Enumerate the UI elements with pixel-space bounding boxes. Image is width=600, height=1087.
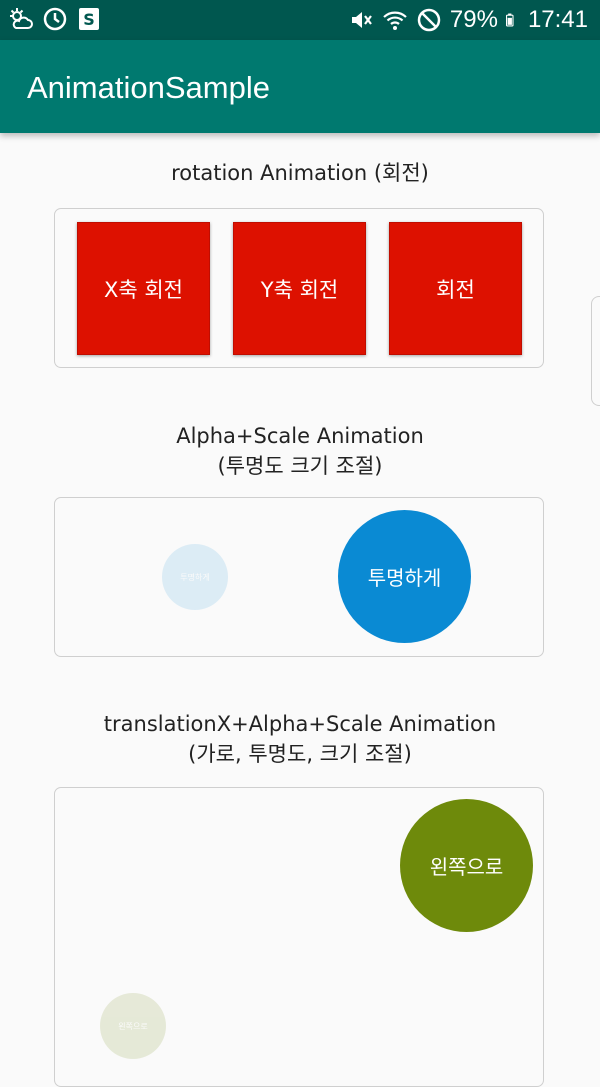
status-time: 17:41 bbox=[527, 6, 588, 33]
faded-transparent-circle: 투명하게 bbox=[162, 544, 228, 610]
rotate-button[interactable]: 회전 bbox=[389, 222, 522, 355]
alpha-scale-panel: 투명하게 투명하게 bbox=[54, 497, 544, 657]
app-title: AnimationSample bbox=[27, 70, 270, 105]
app-s-icon: S bbox=[79, 8, 99, 30]
mute-icon bbox=[351, 12, 372, 28]
rotation-panel: X축 회전 Y축 회전 회전 bbox=[54, 208, 544, 368]
alpha-scale-title-line1: Alpha+Scale Animation bbox=[176, 424, 424, 448]
move-left-button[interactable]: 왼쪽으로 bbox=[400, 799, 533, 932]
rotate-x-button[interactable]: X축 회전 bbox=[77, 222, 210, 355]
wifi-icon bbox=[383, 11, 407, 30]
sync-icon bbox=[43, 7, 67, 31]
faded-move-left-circle: 왼쪽으로 bbox=[100, 993, 166, 1059]
transparent-button[interactable]: 투명하게 bbox=[338, 510, 471, 643]
dnd-icon bbox=[417, 8, 441, 32]
translation-title-line2: (가로, 투명도, 크기 조절) bbox=[188, 742, 412, 766]
alpha-scale-section-title: Alpha+Scale Animation (투명도 크기 조절) bbox=[0, 421, 600, 481]
alpha-scale-title-line2: (투명도 크기 조절) bbox=[217, 454, 383, 478]
battery-percent: 79% bbox=[449, 6, 498, 33]
svg-text:S: S bbox=[83, 10, 95, 29]
status-left-icons: S bbox=[8, 6, 102, 32]
translation-panel: 왼쪽으로 왼쪽으로 bbox=[54, 787, 544, 1087]
translation-section-title: translationX+Alpha+Scale Animation (가로, … bbox=[0, 709, 600, 769]
battery-icon bbox=[505, 13, 514, 27]
weather-icon bbox=[10, 8, 33, 29]
rotate-y-button[interactable]: Y축 회전 bbox=[233, 222, 366, 355]
status-bar: S 79% 17:41 bbox=[0, 0, 600, 40]
rotation-section-title: rotation Animation (회전) bbox=[171, 161, 429, 185]
translation-title-line1: translationX+Alpha+Scale Animation bbox=[103, 712, 497, 736]
status-right: 79% 17:41 bbox=[348, 6, 588, 34]
edge-panel-handle[interactable] bbox=[591, 296, 600, 406]
app-bar: AnimationSample bbox=[0, 40, 600, 133]
